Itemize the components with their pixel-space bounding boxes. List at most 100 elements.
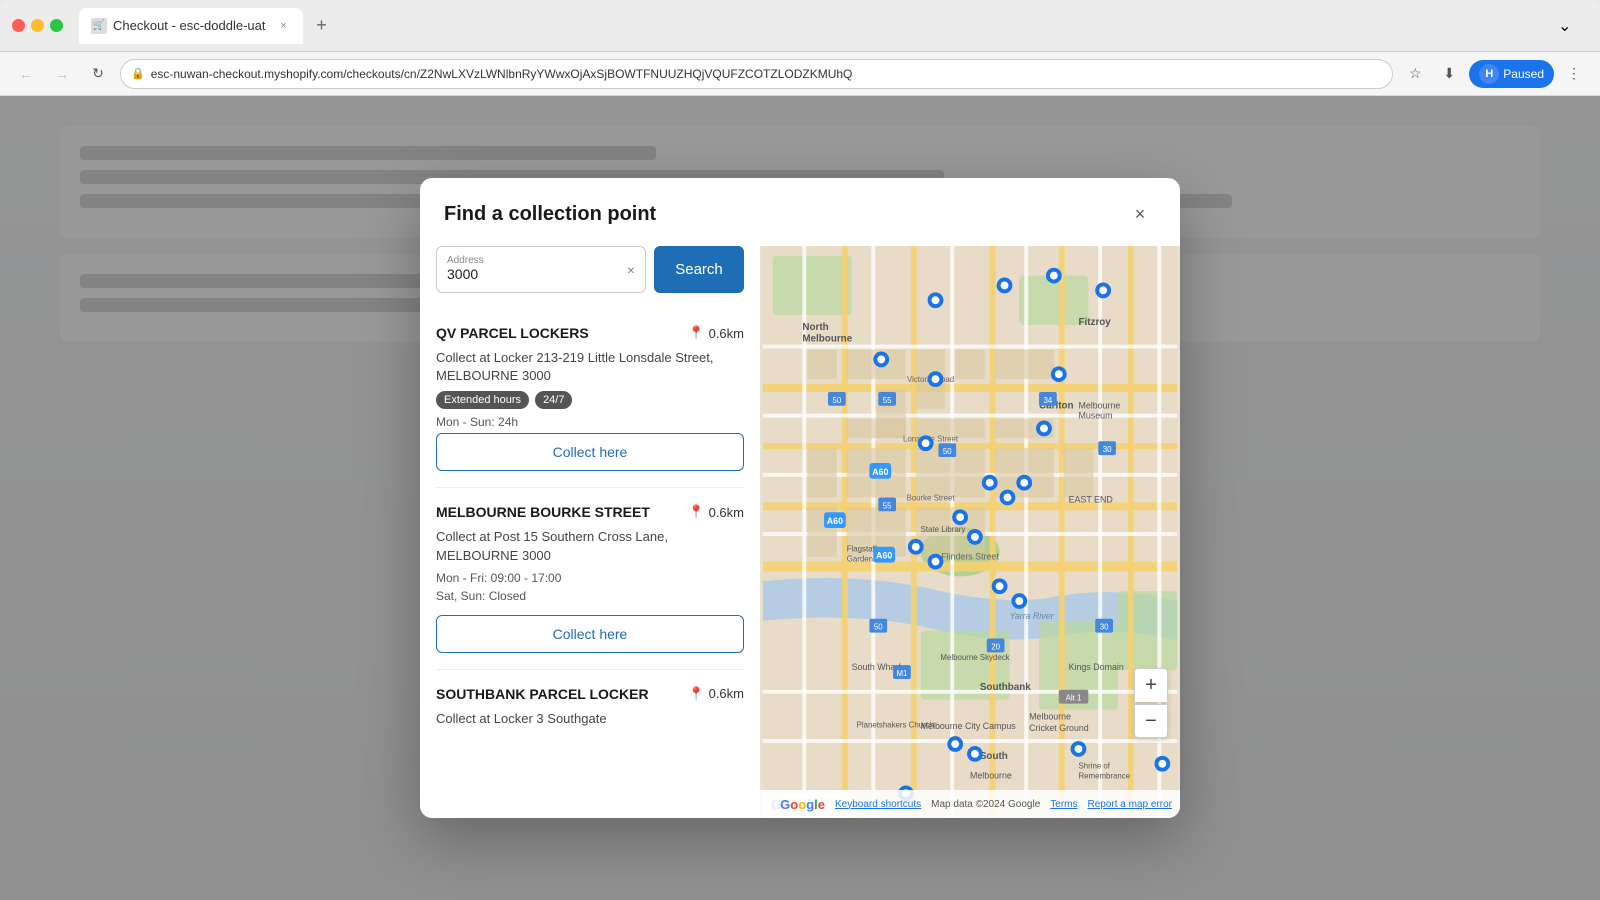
browser-content: Find a collection point × Address 3000 [0, 96, 1600, 900]
svg-text:Planetshakers Church: Planetshakers Church [857, 720, 934, 729]
locations-list: QV Parcel Lockers 📍 0.6km Collect at Loc… [420, 309, 760, 818]
svg-text:55: 55 [883, 501, 892, 510]
svg-text:55: 55 [883, 396, 892, 405]
svg-text:Melbourne: Melbourne [1029, 711, 1071, 721]
download-button[interactable]: ⬇ [1435, 60, 1463, 88]
svg-text:M1: M1 [896, 669, 907, 678]
distance-pin-icon: 📍 [688, 686, 704, 702]
svg-text:Flinders Street: Flinders Street [941, 552, 999, 562]
tab-title: Checkout - esc-doddle-uat [113, 18, 265, 33]
location-item: MELBOURNE BOURKE STREET 📍 0.6km Collect … [436, 488, 744, 669]
new-tab-button[interactable]: + [307, 12, 335, 40]
traffic-lights [12, 19, 63, 32]
location-hours-extra: Sat, Sun: Closed [436, 589, 744, 603]
svg-text:Shrine of: Shrine of [1078, 762, 1110, 771]
window-dropdown[interactable]: ⌄ [1558, 16, 1588, 36]
svg-text:A60: A60 [827, 516, 843, 526]
back-button[interactable]: ← [12, 60, 40, 88]
profile-avatar: H [1479, 64, 1499, 84]
distance-value: 0.6km [709, 505, 744, 520]
zoom-in-button[interactable]: + [1134, 668, 1168, 702]
svg-text:Alt 1: Alt 1 [1066, 694, 1082, 703]
svg-text:Cricket Ground: Cricket Ground [1029, 723, 1089, 733]
svg-text:Melbourne: Melbourne [970, 771, 1012, 781]
close-traffic-light[interactable] [12, 19, 25, 32]
svg-text:Museum: Museum [1078, 411, 1112, 421]
svg-text:State Library: State Library [921, 525, 966, 534]
minimize-traffic-light[interactable] [31, 19, 44, 32]
keyboard-shortcuts-link[interactable]: Keyboard shortcuts [835, 799, 921, 810]
modal-overlay[interactable]: Find a collection point × Address 3000 [0, 96, 1600, 900]
map-svg: Victoria Road Lonsdale Street Bourke Str… [760, 246, 1180, 818]
svg-text:Melbourne: Melbourne [1078, 401, 1120, 411]
distance-pin-icon: 📍 [688, 504, 704, 520]
search-row: Address 3000 × Search [420, 246, 760, 309]
lock-icon: 🔒 [131, 67, 145, 80]
forward-button[interactable]: → [48, 60, 76, 88]
map-panel: Victoria Road Lonsdale Street Bourke Str… [760, 246, 1180, 818]
location-hours: Mon - Fri: 09:00 - 17:00 [436, 571, 744, 585]
terms-link[interactable]: Terms [1050, 799, 1077, 810]
url-text: esc-nuwan-checkout.myshopify.com/checkou… [151, 67, 1383, 81]
report-link[interactable]: Report a map error [1088, 799, 1172, 810]
svg-text:North: North [802, 322, 828, 333]
svg-text:South: South [980, 751, 1008, 762]
location-address: Collect at Locker 213-219 Little Lonsdal… [436, 349, 744, 385]
toolbar-actions: ☆ ⬇ H Paused ⋮ [1401, 60, 1588, 88]
location-name: Southbank Parcel Locker [436, 686, 680, 702]
collect-button-2[interactable]: Collect here [436, 615, 744, 653]
find-collection-modal: Find a collection point × Address 3000 [420, 178, 1180, 818]
svg-text:50: 50 [832, 396, 841, 405]
zoom-out-button[interactable]: − [1134, 704, 1168, 738]
svg-text:Melbourne: Melbourne [802, 334, 852, 345]
svg-text:Yarra River: Yarra River [1009, 611, 1054, 621]
svg-text:Remembrance: Remembrance [1078, 772, 1130, 781]
svg-text:34: 34 [1044, 396, 1053, 405]
location-address: Collect at Locker 3 Southgate [436, 710, 744, 728]
tab-bar: 🛒 Checkout - esc-doddle-uat × + [79, 8, 1550, 44]
svg-text:A60: A60 [876, 551, 892, 561]
svg-text:Melbourne City Campus: Melbourne City Campus [921, 721, 1017, 731]
location-hours: Mon - Sun: 24h [436, 415, 744, 429]
map-container[interactable]: Victoria Road Lonsdale Street Bourke Str… [760, 246, 1180, 818]
map-data-text: Map data ©2024 Google [931, 799, 1040, 810]
svg-text:50: 50 [943, 447, 952, 456]
address-input-wrap[interactable]: Address 3000 × [436, 246, 646, 293]
location-item: QV Parcel Lockers 📍 0.6km Collect at Loc… [436, 309, 744, 488]
location-item: Southbank Parcel Locker 📍 0.6km Collect … [436, 670, 744, 750]
svg-text:Melbourne Skydeck: Melbourne Skydeck [940, 653, 1009, 662]
svg-text:Flagstaff: Flagstaff [847, 545, 878, 554]
address-clear-button[interactable]: × [627, 262, 635, 278]
svg-text:Bourke Street: Bourke Street [906, 493, 955, 502]
location-header: QV Parcel Lockers 📍 0.6km [436, 325, 744, 341]
distance-value: 0.6km [709, 686, 744, 701]
location-address: Collect at Post 15 Southern Cross Lane, … [436, 528, 744, 564]
modal-close-button[interactable]: × [1124, 198, 1156, 230]
location-badges: Extended hours 24/7 [436, 391, 744, 409]
search-button[interactable]: Search [654, 246, 744, 293]
address-bar[interactable]: 🔒 esc-nuwan-checkout.myshopify.com/check… [120, 59, 1393, 89]
tab-close-button[interactable]: × [275, 18, 291, 34]
address-value: 3000 [447, 266, 478, 282]
paused-label: Paused [1503, 67, 1544, 81]
maximize-traffic-light[interactable] [50, 19, 63, 32]
location-distance: 📍 0.6km [688, 686, 744, 702]
profile-button[interactable]: H Paused [1469, 60, 1554, 88]
svg-text:50: 50 [874, 623, 883, 632]
svg-text:30: 30 [1100, 623, 1109, 632]
svg-text:Fitzroy: Fitzroy [1078, 317, 1111, 328]
location-distance: 📍 0.6km [688, 325, 744, 341]
star-button[interactable]: ☆ [1401, 60, 1429, 88]
refresh-button[interactable]: ↻ [84, 60, 112, 88]
collect-button-1[interactable]: Collect here [436, 433, 744, 471]
badge-extended-hours: Extended hours [436, 391, 529, 409]
more-button[interactable]: ⋮ [1560, 60, 1588, 88]
svg-text:EAST END: EAST END [1069, 494, 1113, 504]
map-controls: + − [1134, 668, 1168, 738]
active-tab[interactable]: 🛒 Checkout - esc-doddle-uat × [79, 8, 303, 44]
svg-text:Kings Domain: Kings Domain [1069, 662, 1124, 672]
google-logo: Google [780, 797, 825, 812]
location-header: MELBOURNE BOURKE STREET 📍 0.6km [436, 504, 744, 520]
modal-header: Find a collection point × [420, 178, 1180, 246]
address-input-inner: Address 3000 [447, 255, 621, 284]
